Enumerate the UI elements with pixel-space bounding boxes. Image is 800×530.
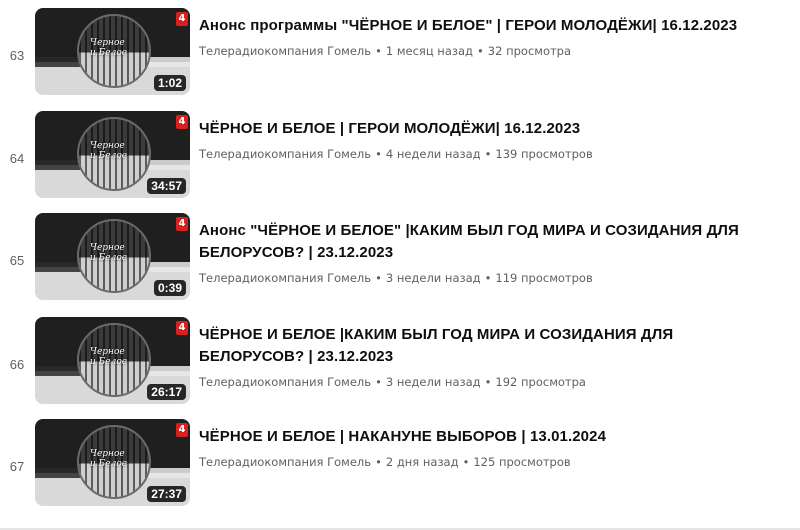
separator-dot: • xyxy=(375,44,382,58)
thumbnail-caption: Черное и Белое xyxy=(90,243,128,263)
video-info: Телерадиокомпания Гомель • 3 недели назад •… xyxy=(199,375,780,389)
video-meta: ЧЁРНОЕ И БЕЛОЕ | НАКАНУНЕ ВЫБОРОВ | 13.0… xyxy=(199,426,780,469)
upload-age: 3 недели назад xyxy=(385,271,481,285)
upload-age: 3 недели назад xyxy=(385,375,481,389)
separator-dot: • xyxy=(375,147,382,161)
channel-logo-icon: 4 xyxy=(176,423,188,437)
separator-dot: • xyxy=(462,455,470,469)
channel-logo-icon: 4 xyxy=(176,12,188,26)
thumbnail-caption: Черное и Белое xyxy=(90,38,128,58)
separator-dot: • xyxy=(484,147,492,161)
channel-logo-icon: 4 xyxy=(176,217,188,231)
video-title[interactable]: Анонс "ЧЁРНОЕ И БЕЛОЕ" |КАКИМ БЫЛ ГОД МИ… xyxy=(199,220,780,264)
view-count: 139 просмотров xyxy=(495,147,593,161)
thumbnail-caption: Черное и Белое xyxy=(90,347,128,367)
channel-name[interactable]: Телерадиокомпания Гомель xyxy=(199,455,371,469)
video-title[interactable]: ЧЁРНОЕ И БЕЛОЕ | НАКАНУНЕ ВЫБОРОВ | 13.0… xyxy=(199,426,780,448)
video-duration: 1:02 xyxy=(153,75,186,91)
video-meta: Анонс программы "ЧЁРНОЕ И БЕЛОЕ" | ГЕРОИ… xyxy=(199,15,780,58)
video-index: 63 xyxy=(9,48,25,63)
video-duration: 26:17 xyxy=(147,384,186,400)
view-count: 32 просмотра xyxy=(487,44,572,58)
playlist-row[interactable]: 63 Черное и Белое 4 1:02 Анонс программы… xyxy=(0,8,800,98)
video-index: 66 xyxy=(9,357,25,372)
video-index: 65 xyxy=(9,253,25,268)
separator-dot: • xyxy=(375,455,382,469)
video-duration: 0:39 xyxy=(153,280,186,296)
video-thumbnail[interactable]: Черное и Белое 4 1:02 xyxy=(35,8,190,95)
playlist-row[interactable]: 67 Черное и Белое 4 27:37 ЧЁРНОЕ И БЕЛОЕ… xyxy=(0,419,800,509)
view-count: 119 просмотров xyxy=(495,271,593,285)
separator-dot: • xyxy=(484,375,492,389)
channel-name[interactable]: Телерадиокомпания Гомель xyxy=(199,271,371,285)
separator-dot: • xyxy=(484,271,492,285)
video-meta: ЧЁРНОЕ И БЕЛОЕ |КАКИМ БЫЛ ГОД МИРА И СОЗ… xyxy=(199,324,780,389)
video-thumbnail[interactable]: Черное и Белое 4 26:17 xyxy=(35,317,190,404)
channel-name[interactable]: Телерадиокомпания Гомель xyxy=(199,147,371,161)
playlist-row[interactable]: 66 Черное и Белое 4 26:17 ЧЁРНОЕ И БЕЛОЕ… xyxy=(0,317,800,407)
video-thumbnail[interactable]: Черное и Белое 4 34:57 xyxy=(35,111,190,198)
video-info: Телерадиокомпания Гомель • 1 месяц назад • 3… xyxy=(199,44,780,58)
channel-logo-icon: 4 xyxy=(176,115,188,129)
video-title[interactable]: ЧЁРНОЕ И БЕЛОЕ |КАКИМ БЫЛ ГОД МИРА И СОЗ… xyxy=(199,324,780,368)
separator-dot: • xyxy=(375,271,382,285)
channel-name[interactable]: Телерадиокомпания Гомель xyxy=(199,44,371,58)
video-info: Телерадиокомпания Гомель • 4 недели назад •… xyxy=(199,147,780,161)
video-title[interactable]: ЧЁРНОЕ И БЕЛОЕ | ГЕРОИ МОЛОДЁЖИ| 16.12.2… xyxy=(199,118,780,140)
playlist-row[interactable]: 64 Черное и Белое 4 34:57 ЧЁРНОЕ И БЕЛОЕ… xyxy=(0,111,800,201)
video-title[interactable]: Анонс программы "ЧЁРНОЕ И БЕЛОЕ" | ГЕРОИ… xyxy=(199,15,780,37)
thumbnail-caption: Черное и Белое xyxy=(90,141,128,161)
separator-dot: • xyxy=(477,44,484,58)
video-index: 67 xyxy=(9,459,25,474)
video-index: 64 xyxy=(9,151,25,166)
video-info: Телерадиокомпания Гомель • 3 недели назад •… xyxy=(199,271,780,285)
video-meta: ЧЁРНОЕ И БЕЛОЕ | ГЕРОИ МОЛОДЁЖИ| 16.12.2… xyxy=(199,118,780,161)
playlist-row[interactable]: 65 Черное и Белое 4 0:39 Анонс "ЧЁРНОЕ И… xyxy=(0,213,800,303)
video-thumbnail[interactable]: Черное и Белое 4 0:39 xyxy=(35,213,190,300)
video-duration: 27:37 xyxy=(147,486,186,502)
view-count: 125 просмотров xyxy=(473,455,571,469)
upload-age: 2 дня назад xyxy=(385,455,459,469)
channel-name[interactable]: Телерадиокомпания Гомель xyxy=(199,375,371,389)
channel-logo-icon: 4 xyxy=(176,321,188,335)
thumbnail-caption: Черное и Белое xyxy=(90,449,128,469)
view-count: 192 просмотра xyxy=(495,375,586,389)
video-meta: Анонс "ЧЁРНОЕ И БЕЛОЕ" |КАКИМ БЫЛ ГОД МИ… xyxy=(199,220,780,285)
upload-age: 4 недели назад xyxy=(385,147,481,161)
video-duration: 34:57 xyxy=(147,178,186,194)
video-thumbnail[interactable]: Черное и Белое 4 27:37 xyxy=(35,419,190,506)
upload-age: 1 месяц назад xyxy=(385,44,473,58)
video-info: Телерадиокомпания Гомель • 2 дня назад • 125… xyxy=(199,455,780,469)
separator-dot: • xyxy=(375,375,382,389)
